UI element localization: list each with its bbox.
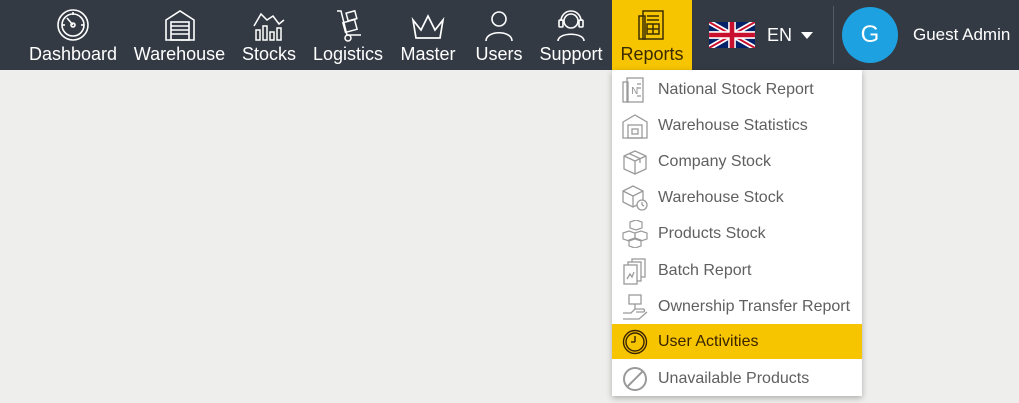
national-report-icon: N — [622, 77, 644, 103]
crown-icon — [410, 6, 446, 42]
nav-label: Dashboard — [28, 44, 118, 64]
menu-item-batch-report[interactable]: Batch Report — [612, 253, 862, 288]
avatar: G — [842, 7, 898, 63]
nav-divider — [833, 6, 834, 64]
dashboard-gauge-icon — [56, 6, 90, 42]
menu-item-warehouse-statistics[interactable]: Warehouse Statistics — [612, 108, 862, 143]
menu-item-national-stock-report[interactable]: N National Stock Report — [612, 72, 862, 107]
nav-item-warehouse[interactable]: Warehouse — [132, 0, 227, 70]
nav-label: Master — [400, 44, 456, 64]
language-code: EN — [767, 24, 793, 45]
warehouse-statistics-icon — [622, 114, 648, 139]
prohibited-icon — [623, 367, 647, 391]
nav-item-dashboard[interactable]: Dashboard — [24, 0, 122, 70]
nav-label: Users — [475, 44, 523, 64]
language-selector[interactable]: EN — [700, 0, 828, 70]
headset-support-icon — [554, 6, 588, 42]
menu-item-warehouse-stock[interactable]: Warehouse Stock — [612, 180, 862, 215]
box-icon — [623, 150, 647, 175]
nav-label: Stocks — [241, 44, 297, 64]
hand-box-icon — [623, 294, 648, 320]
uk-flag-icon — [709, 22, 755, 48]
nav-item-users[interactable]: Users — [471, 0, 527, 70]
nav-label: Reports — [620, 44, 684, 64]
nav-item-stocks[interactable]: Stocks — [238, 0, 300, 70]
menu-item-label: National Stock Report — [658, 81, 814, 98]
batch-documents-icon — [623, 258, 646, 285]
nav-label: Support — [539, 44, 603, 64]
nav-item-reports[interactable]: Reports — [612, 0, 692, 70]
nav-label: Logistics — [312, 44, 384, 64]
menu-item-label: Ownership Transfer Report — [658, 298, 851, 315]
menu-item-unavailable-products[interactable]: Unavailable Products — [612, 361, 862, 396]
user-name: Guest Admin — [913, 25, 1011, 44]
menu-item-label: Batch Report — [658, 262, 752, 279]
report-document-icon — [636, 6, 668, 42]
nav-item-support[interactable]: Support — [537, 0, 605, 70]
hand-truck-icon — [331, 6, 365, 42]
user-menu[interactable]: G Guest Admin — [842, 0, 1010, 70]
nav-label: Warehouse — [133, 44, 226, 64]
menu-item-label: Warehouse Statistics — [658, 117, 808, 134]
menu-item-company-stock[interactable]: Company Stock — [612, 144, 862, 179]
stocks-chart-icon — [251, 6, 287, 42]
reports-dropdown-menu: N National Stock Report Warehouse Statis… — [612, 70, 862, 396]
menu-item-label: Unavailable Products — [658, 370, 810, 387]
warehouse-icon — [163, 6, 197, 42]
user-icon — [482, 6, 516, 42]
menu-item-label: User Activities — [658, 333, 759, 350]
menu-item-label: Warehouse Stock — [658, 189, 784, 206]
chevron-down-icon — [801, 31, 814, 39]
menu-item-ownership-transfer-report[interactable]: Ownership Transfer Report — [612, 289, 862, 324]
clock-icon — [622, 329, 648, 355]
nav-item-master[interactable]: Master — [396, 0, 460, 70]
menu-item-label: Products Stock — [658, 225, 766, 242]
stacked-boxes-icon — [622, 220, 648, 248]
nav-item-logistics[interactable]: Logistics — [311, 0, 385, 70]
box-search-icon — [622, 185, 648, 211]
menu-item-user-activities[interactable]: User Activities — [612, 324, 862, 359]
top-navigation-bar: Dashboard Warehouse Stocks Logistics Mas… — [0, 0, 1019, 70]
menu-item-products-stock[interactable]: Products Stock — [612, 216, 862, 251]
menu-item-label: Company Stock — [658, 153, 771, 170]
